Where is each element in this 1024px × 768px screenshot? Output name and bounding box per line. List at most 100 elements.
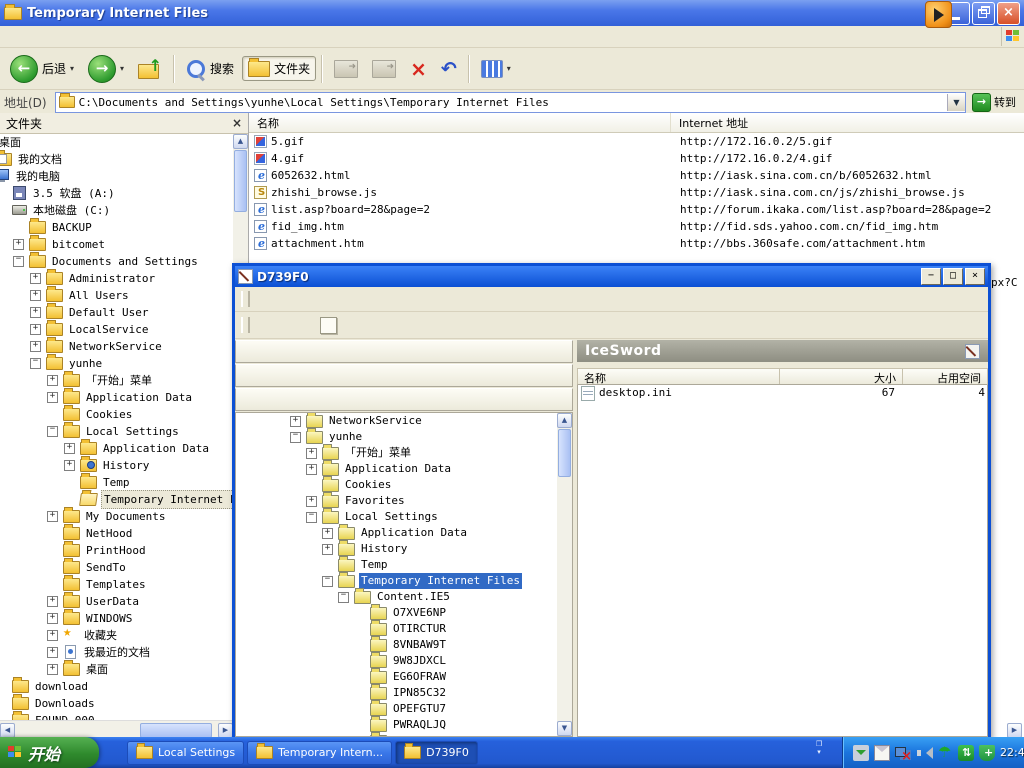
scroll-thumb[interactable] <box>234 150 247 212</box>
expand-toggle-icon[interactable] <box>13 256 24 267</box>
folder-tree-item[interactable]: 我的电脑 <box>0 168 233 185</box>
icesword-nav-button[interactable] <box>235 340 573 363</box>
folder-tree-item[interactable]: SendTo <box>0 559 233 576</box>
menu-item[interactable] <box>78 35 96 39</box>
menu-item[interactable] <box>6 35 24 39</box>
delete-button[interactable]: × <box>404 55 433 83</box>
media-player-play-icon[interactable] <box>925 1 952 28</box>
icesword-tree-item[interactable]: Cookies <box>236 477 557 493</box>
folder-tree-item[interactable]: History <box>0 457 233 474</box>
expand-toggle-icon[interactable] <box>47 596 58 607</box>
zhishi_browse.js[interactable]: zhishi_browse.js http://iask.sina.com.cn… <box>249 184 1024 201</box>
list.asp?board=28&page=2[interactable]: list.asp?board=28&page=2 http://forum.ik… <box>249 201 1024 218</box>
desktop.ini[interactable]: desktop.ini 67 4 <box>578 385 987 401</box>
expand-toggle-icon[interactable] <box>290 416 301 427</box>
scroll-right-button[interactable]: ▶ <box>218 723 233 738</box>
folder-tree-item[interactable]: bitcomet <box>0 236 233 253</box>
icesword-tree-item[interactable]: 8VNBAW9T <box>236 637 557 653</box>
go-button[interactable]: → 转到 <box>972 93 1020 112</box>
taskbar-clock[interactable]: 22:49 <box>1000 746 1024 759</box>
icesword-tree-item[interactable]: IPN85C32 <box>236 685 557 701</box>
forward-dropdown-icon[interactable]: ▾ <box>120 64 124 73</box>
column-usage[interactable]: 占用空间 <box>903 369 987 384</box>
column-name[interactable]: 名称 <box>578 369 780 384</box>
icesword-tree-item[interactable]: PWRAQLJQ <box>236 717 557 733</box>
icesword-tree-item[interactable]: OPEFGTU7 <box>236 701 557 717</box>
expand-toggle-icon[interactable] <box>47 630 58 641</box>
folder-tree-item[interactable]: Temp <box>0 474 233 491</box>
icesword-minimize-button[interactable]: − <box>921 268 941 285</box>
explorer-titlebar[interactable]: Temporary Internet Files × <box>0 0 1024 26</box>
icesword-tree-item[interactable]: Local Settings <box>236 509 557 525</box>
icesword-tree-item[interactable]: yunhe <box>236 429 557 445</box>
expand-toggle-icon[interactable] <box>64 460 75 471</box>
menu-item[interactable] <box>254 296 274 302</box>
icesword-tree-item[interactable]: EG6OFRAW <box>236 669 557 685</box>
start-button[interactable]: 开始 <box>0 737 99 768</box>
close-button[interactable]: × <box>997 2 1020 25</box>
folder-tree-item[interactable]: Cookies <box>0 406 233 423</box>
expand-toggle-icon[interactable] <box>47 392 58 403</box>
undo-button[interactable]: ↶ <box>435 55 463 83</box>
icesword-tree-item[interactable]: Favorites <box>236 493 557 509</box>
back-button[interactable]: ← 后退 ▾ <box>4 51 80 87</box>
folder-tree-item[interactable]: 我的文档 <box>0 151 233 168</box>
scroll-thumb[interactable] <box>558 429 571 477</box>
address-input[interactable]: C:\Documents and Settings\yunhe\Local Se… <box>55 92 966 113</box>
folder-tree-item[interactable]: NetHood <box>0 525 233 542</box>
menu-item[interactable] <box>60 35 78 39</box>
scroll-down-button[interactable]: ▼ <box>557 721 572 736</box>
folder-tree-item[interactable]: Local Settings <box>0 423 233 440</box>
views-button[interactable]: ▾ <box>475 56 517 82</box>
icesword-tree-item[interactable]: Temp <box>236 557 557 573</box>
menu-item[interactable] <box>42 35 60 39</box>
attachment.htm[interactable]: attachment.htm http://bbs.360safe.com/at… <box>249 235 1024 252</box>
scroll-up-button[interactable]: ▲ <box>557 413 572 428</box>
menu-item[interactable] <box>96 35 114 39</box>
scroll-left-button[interactable]: ◀ <box>0 723 15 738</box>
expand-toggle-icon[interactable] <box>30 341 41 352</box>
icesword-tree-item[interactable]: Content.IE5 <box>236 589 557 605</box>
icesword-tree-item[interactable]: NetworkService <box>236 413 557 429</box>
expand-toggle-icon[interactable] <box>47 375 58 386</box>
column-internet-address[interactable]: Internet 地址 <box>671 113 1024 132</box>
icesword-tree-item[interactable]: O7XVE6NP <box>236 605 557 621</box>
expand-toggle-icon[interactable] <box>290 432 301 443</box>
folder-tree-item[interactable]: Templates <box>0 576 233 593</box>
folder-tree-item[interactable]: PrintHood <box>0 542 233 559</box>
6052632.html[interactable]: 6052632.html http://iask.sina.com.cn/b/6… <box>249 167 1024 184</box>
tray-icon[interactable] <box>979 745 995 761</box>
icesword-maximize-button[interactable]: □ <box>943 268 963 285</box>
expand-toggle-icon[interactable] <box>306 464 317 475</box>
folder-tree-item[interactable]: 3.5 软盘 (A:) <box>0 185 233 202</box>
icesword-close-button[interactable]: × <box>965 268 985 285</box>
fid_img.htm[interactable]: fid_img.htm http://fid.sds.yahoo.com.cn/… <box>249 218 1024 235</box>
expand-toggle-icon[interactable] <box>13 239 24 250</box>
expand-toggle-icon[interactable] <box>322 576 333 587</box>
icesword-nav-button[interactable] <box>235 388 573 411</box>
icesword-tree-item[interactable]: Application Data <box>236 525 557 541</box>
expand-toggle-icon[interactable] <box>30 307 41 318</box>
expand-toggle-icon[interactable] <box>64 443 75 454</box>
menu-item[interactable] <box>24 35 42 39</box>
tray-icon[interactable] <box>937 745 953 761</box>
scroll-up-button[interactable]: ▲ <box>233 134 248 149</box>
expand-toggle-icon[interactable] <box>47 664 58 675</box>
expand-toggle-icon[interactable] <box>322 544 333 555</box>
menu-item[interactable] <box>274 296 294 302</box>
expand-toggle-icon[interactable] <box>47 426 58 437</box>
expand-toggle-icon[interactable] <box>306 496 317 507</box>
icesword-tree-item[interactable]: OTIRCTUR <box>236 621 557 637</box>
expand-toggle-icon[interactable] <box>30 273 41 284</box>
4.gif[interactable]: 4.gif http://172.16.0.2/4.gif <box>249 150 1024 167</box>
forward-button[interactable]: → ▾ <box>82 51 130 87</box>
menu-item[interactable] <box>294 296 314 302</box>
folder-tree-item[interactable]: Default User <box>0 304 233 321</box>
expand-toggle-icon[interactable] <box>322 528 333 539</box>
icesword-tree-item[interactable]: Temporary Internet Files <box>236 573 557 589</box>
folder-tree-item[interactable]: LocalService <box>0 321 233 338</box>
expand-toggle-icon[interactable] <box>47 647 58 658</box>
back-dropdown-icon[interactable]: ▾ <box>70 64 74 73</box>
column-size[interactable]: 大小 <box>780 369 903 384</box>
tray-icon[interactable] <box>958 745 974 761</box>
